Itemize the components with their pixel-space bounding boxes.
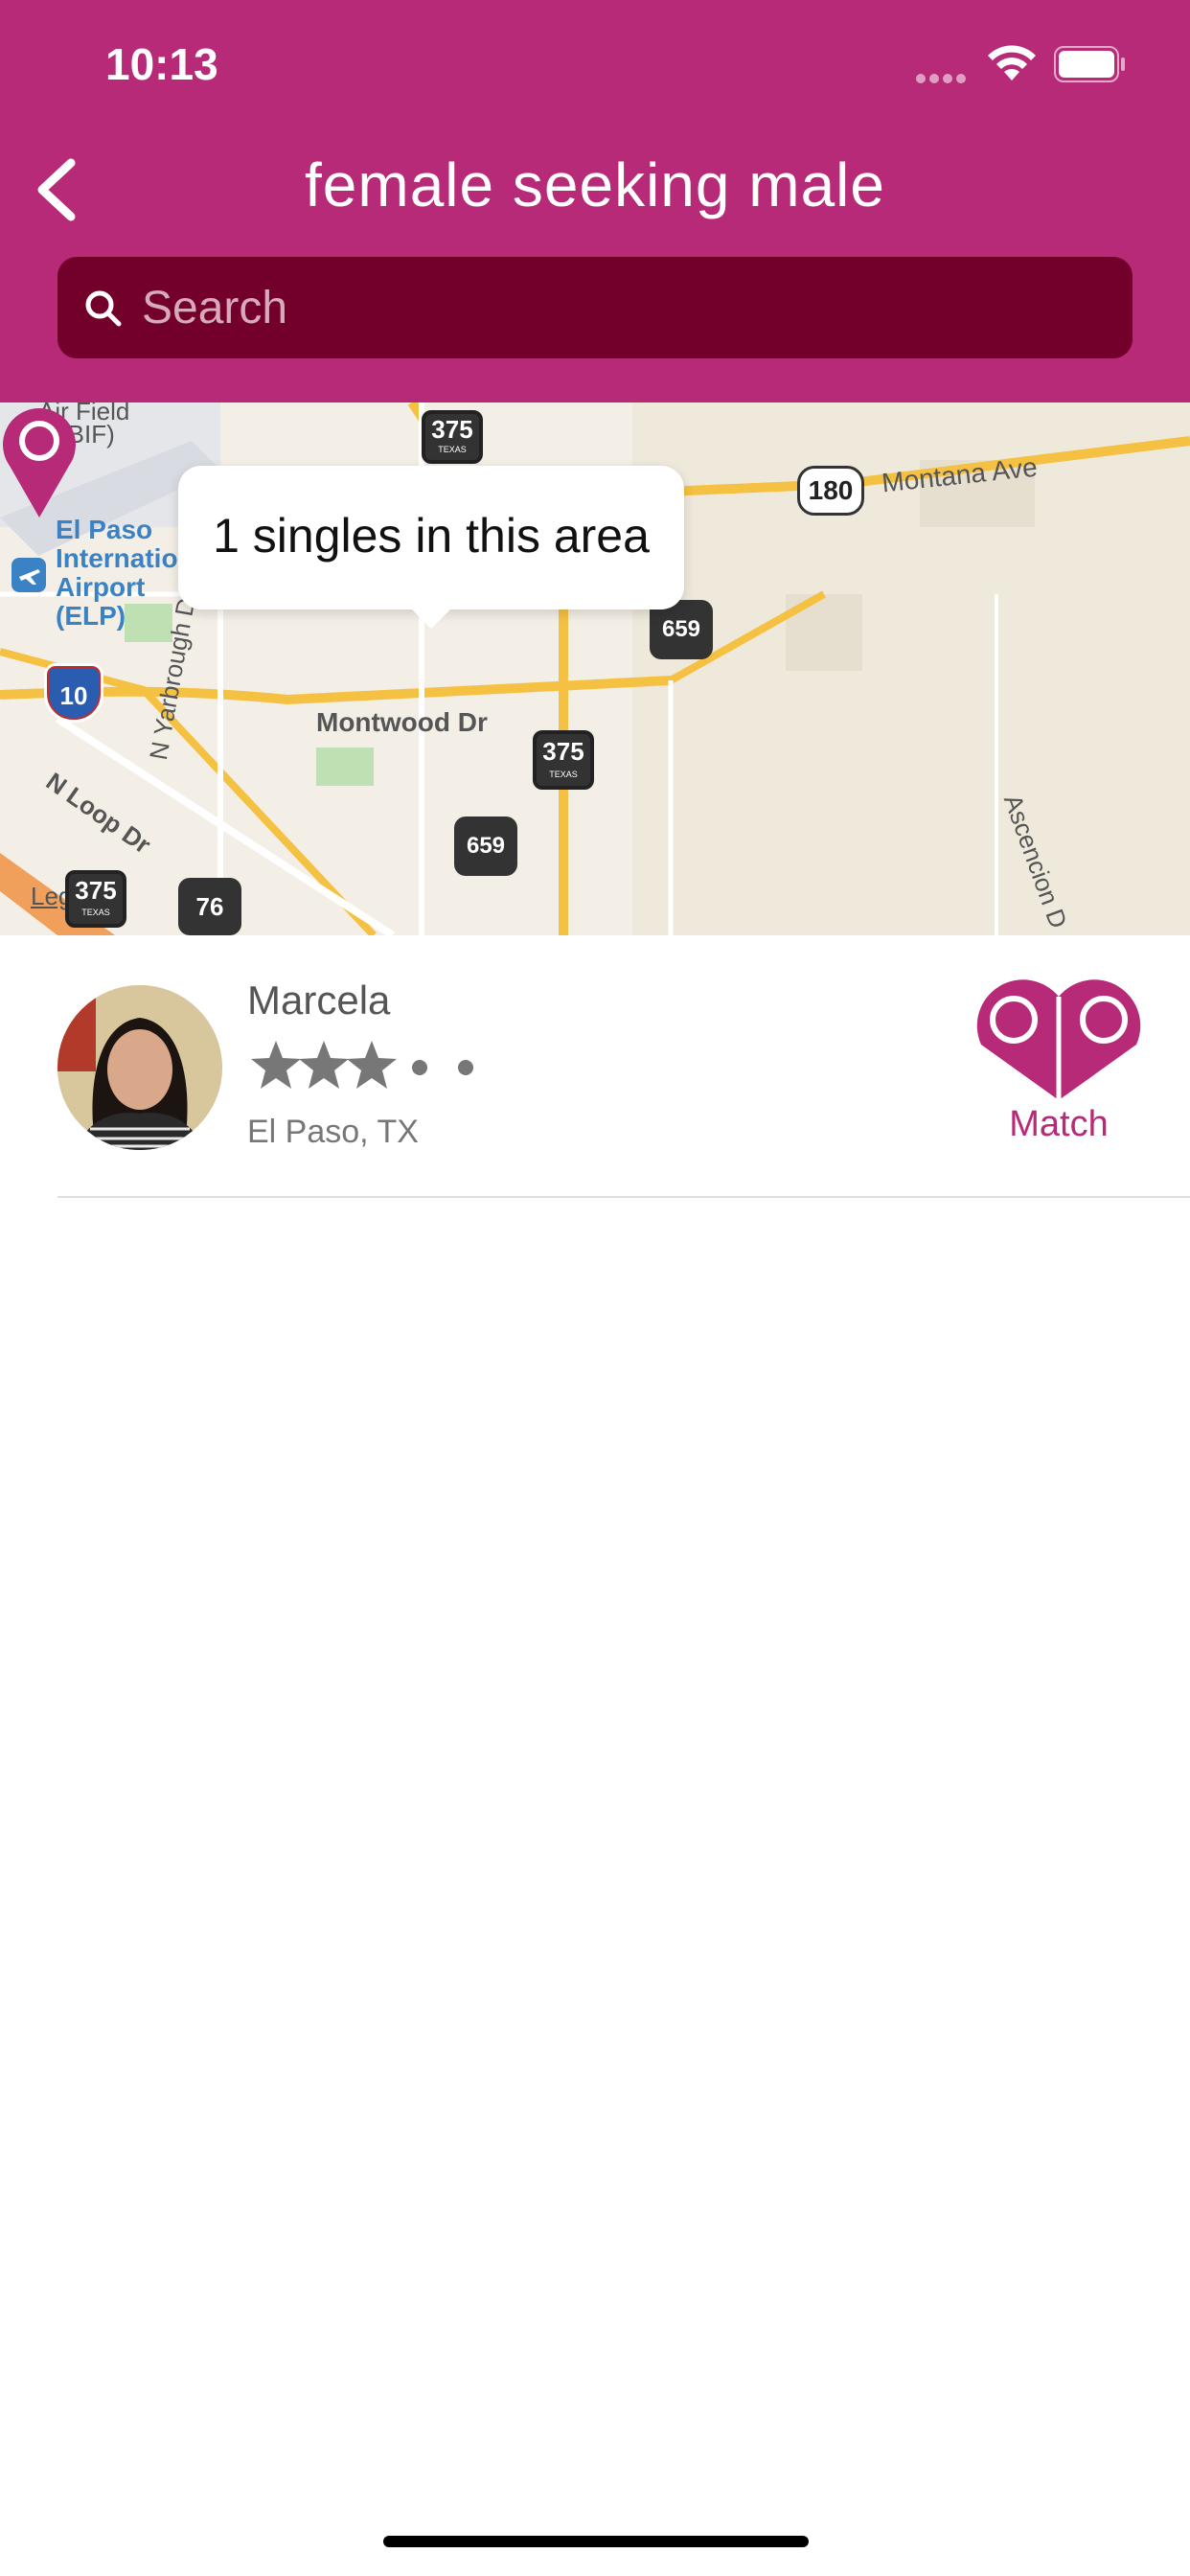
search-bar[interactable] (57, 257, 1133, 358)
callout-text: 1 singles in this area (213, 509, 650, 563)
map-view[interactable]: Air Field (BIF) El Paso Internatio Airpo… (0, 402, 1190, 935)
list-item[interactable]: Marcela El Paso, TX Match (0, 935, 1190, 1198)
rating-stars (251, 1041, 473, 1089)
route-659-bottom-shield: 659 (454, 816, 517, 876)
area-callout[interactable]: 1 singles in this area (178, 466, 684, 629)
avatar (57, 985, 222, 1150)
airport-icon (11, 558, 46, 592)
profile-name: Marcela (247, 978, 391, 1023)
map-label-airport-2: Internatio (56, 543, 178, 573)
status-time: 10:13 (105, 39, 218, 89)
route-180-shield: 180 (797, 466, 864, 516)
match-button[interactable]: Match (970, 978, 1148, 1160)
search-input[interactable] (142, 257, 1110, 358)
match-icon (976, 979, 1141, 1100)
route-76-shield: 76 (178, 878, 241, 935)
battery-icon (1054, 46, 1125, 82)
match-label: Match (1009, 1104, 1109, 1144)
cellular-signal-icon (916, 71, 972, 84)
map-label-airport-3: Airport (56, 572, 146, 602)
route-375-shield: 375 TEXAS (422, 410, 483, 464)
route-375-left-shield: 375 TEXAS (65, 870, 126, 928)
map-label-airport-4: (ELP) (56, 601, 126, 631)
map-pin-icon[interactable] (0, 402, 79, 519)
route-375-mid-shield: 375 TEXAS (533, 730, 594, 790)
map-label-montwood: Montwood Dr (316, 707, 488, 737)
divider (57, 1196, 1190, 1198)
interstate-10-shield: 10 (44, 663, 103, 723)
page-title: female seeking male (305, 150, 885, 219)
wifi-icon (988, 45, 1036, 80)
profile-location: El Paso, TX (247, 1114, 419, 1150)
home-indicator (383, 2536, 809, 2547)
header: 10:13 female seeking male (0, 0, 1190, 402)
map-label-airport-1: El Paso (56, 515, 153, 544)
search-icon (85, 290, 122, 327)
